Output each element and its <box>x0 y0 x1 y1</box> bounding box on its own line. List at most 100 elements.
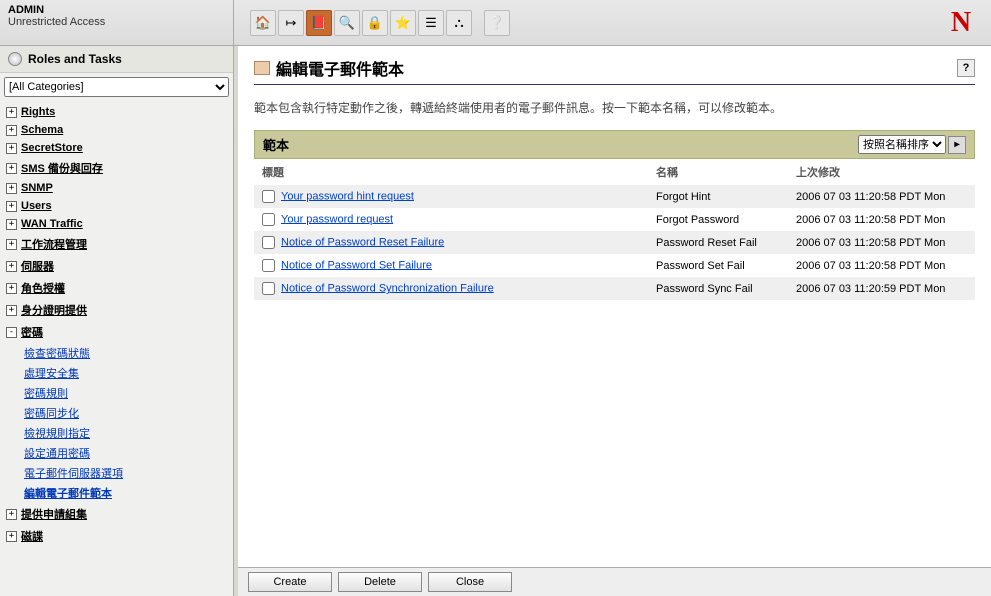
row-checkbox[interactable] <box>262 236 275 249</box>
book-icon[interactable]: 📕 <box>306 10 332 36</box>
template-modified: 2006 07 03 11:20:58 PDT Mon <box>788 254 975 277</box>
sidebar-item[interactable]: + SMS 備份與回存 <box>0 157 233 179</box>
sidebar-item[interactable]: + SecretStore <box>0 139 233 157</box>
sidebar-sub-item[interactable]: 密碼規則 <box>24 383 233 403</box>
sidebar-sub-item[interactable]: 設定通用密碼 <box>24 443 233 463</box>
sidebar-item[interactable]: +磁諜 <box>0 525 233 547</box>
home-icon[interactable]: 🏠 <box>250 10 276 36</box>
expand-icon[interactable]: + <box>6 163 17 174</box>
expand-icon[interactable]: + <box>6 305 17 316</box>
top-bar: ADMIN Unrestricted Access 🏠 ↦ 📕 🔍 🔒 ⭐ ☰ … <box>0 0 991 46</box>
category-select[interactable]: [All Categories] <box>4 77 229 97</box>
expand-icon[interactable]: + <box>6 283 17 294</box>
table-row: Notice of Password Reset FailurePassword… <box>254 231 975 254</box>
expand-icon[interactable]: + <box>6 125 17 136</box>
sidebar-item-label: SMS 備份與回存 <box>21 160 103 176</box>
create-button[interactable]: Create <box>248 572 332 592</box>
section-label: 範本 <box>263 135 289 154</box>
sort-select[interactable]: 按照名稱排序 <box>858 135 946 154</box>
template-modified: 2006 07 03 11:20:58 PDT Mon <box>788 208 975 231</box>
template-icon <box>254 61 270 75</box>
sidebar-item[interactable]: + 伺服器 <box>0 255 233 277</box>
sidebar-item[interactable]: + 提供申請組集 <box>0 503 233 525</box>
template-link[interactable]: Notice of Password Set Failure <box>281 259 432 271</box>
org-icon[interactable]: ⛬ <box>446 10 472 36</box>
sidebar-item-label: 提供申請組集 <box>21 506 87 522</box>
sidebar-item-label: SecretStore <box>21 142 83 154</box>
template-link[interactable]: Your password request <box>281 213 393 225</box>
table-row: Notice of Password Set Failure Password S… <box>254 254 975 277</box>
row-checkbox[interactable] <box>262 282 275 295</box>
template-modified: 2006 07 03 11:20:59 PDT Mon <box>788 277 975 300</box>
collapse-icon[interactable]: - <box>6 327 17 338</box>
sidebar-sub-item[interactable]: 檢查密碼狀態 <box>24 343 233 363</box>
expand-icon[interactable]: + <box>6 201 17 212</box>
sidebar-item-label: Users <box>21 200 52 212</box>
list-icon[interactable]: ☰ <box>418 10 444 36</box>
sidebar-sub-item[interactable]: 檢視規則指定 <box>24 423 233 443</box>
sidebar-item[interactable]: + Users <box>0 197 233 215</box>
sidebar-item-label: 伺服器 <box>21 258 54 274</box>
sidebar: Roles and Tasks [All Categories] +Rights… <box>0 46 234 596</box>
expand-icon[interactable]: + <box>6 107 17 118</box>
sidebar-item[interactable]: + WAN Traffic <box>0 215 233 233</box>
top-toolbar: 🏠 ↦ 📕 🔍 🔒 ⭐ ☰ ⛬ ❔ <box>234 0 931 45</box>
button-bar: Create Delete Close <box>238 567 991 596</box>
sidebar-item[interactable]: + Schema <box>0 121 233 139</box>
table-row: Notice of Password Synchronization Failu… <box>254 277 975 300</box>
page-description: 範本包含執行特定動作之後，轉遞給終端使用者的電子郵件訊息。按一下範本名稱，可以修… <box>254 99 975 116</box>
expand-icon[interactable]: + <box>6 509 17 520</box>
sidebar-sub-item[interactable]: 處理安全集 <box>24 363 233 383</box>
admin-title: ADMIN <box>8 4 225 16</box>
template-name: Password Sync Fail <box>648 277 788 300</box>
expand-icon[interactable]: + <box>6 531 17 542</box>
close-button[interactable]: Close <box>428 572 512 592</box>
sidebar-sub-item[interactable]: 編輯電子郵件範本 <box>24 483 233 503</box>
template-name: Forgot Password <box>648 208 788 231</box>
section-bar: 範本 按照名稱排序 ▸ <box>254 130 975 159</box>
sort-go-button[interactable]: ▸ <box>948 136 966 154</box>
row-checkbox[interactable] <box>262 259 275 272</box>
sidebar-subtree: 檢查密碼狀態處理安全集密碼規則密碼同步化檢視規則指定設定通用密碼電子郵件伺服器選… <box>0 343 233 503</box>
search-icon[interactable]: 🔍 <box>334 10 360 36</box>
delete-button[interactable]: Delete <box>338 572 422 592</box>
col-name: 名稱 <box>648 159 788 185</box>
template-name: Password Set Fail <box>648 254 788 277</box>
table-row: Your password request Forgot Password2006… <box>254 208 975 231</box>
sidebar-item-label: 身分證明提供 <box>21 302 87 318</box>
expand-icon[interactable]: + <box>6 143 17 154</box>
lock-icon[interactable]: 🔒 <box>362 10 388 36</box>
template-link[interactable]: Notice of Password Reset Failure <box>281 236 444 248</box>
sidebar-item-label: 密碼 <box>21 324 43 340</box>
template-link[interactable]: Your password hint request <box>281 190 414 202</box>
sidebar-item-label: 工作流程管理 <box>21 236 87 252</box>
page-help-button[interactable]: ? <box>957 59 975 77</box>
sidebar-item-label: Schema <box>21 124 63 136</box>
sidebar-item[interactable]: +角色授權 <box>0 277 233 299</box>
sidebar-item[interactable]: +Rights <box>0 103 233 121</box>
help-icon[interactable]: ❔ <box>484 10 510 36</box>
admin-subtitle: Unrestricted Access <box>8 16 225 28</box>
sidebar-sub-item[interactable]: 電子郵件伺服器選項 <box>24 463 233 483</box>
template-link[interactable]: Notice of Password Synchronization Failu… <box>281 282 494 294</box>
expand-icon[interactable]: + <box>6 239 17 250</box>
star-icon[interactable]: ⭐ <box>390 10 416 36</box>
row-checkbox[interactable] <box>262 190 275 203</box>
expand-icon[interactable]: + <box>6 219 17 230</box>
expand-icon[interactable]: + <box>6 261 17 272</box>
sidebar-item-label: WAN Traffic <box>21 218 83 230</box>
exit-icon[interactable]: ↦ <box>278 10 304 36</box>
sidebar-item[interactable]: + SNMP <box>0 179 233 197</box>
sidebar-sub-item[interactable]: 密碼同步化 <box>24 403 233 423</box>
table-row: Your password hint requestForgot Hint200… <box>254 185 975 208</box>
content-area: 編輯電子郵件範本 ? 範本包含執行特定動作之後，轉遞給終端使用者的電子郵件訊息。… <box>234 46 991 596</box>
sidebar-item-label: SNMP <box>21 182 53 194</box>
expand-icon[interactable]: + <box>6 183 17 194</box>
templates-table: 標題 名稱 上次修改 Your password hint requestFor… <box>254 159 975 300</box>
sidebar-item[interactable]: + 身分證明提供 <box>0 299 233 321</box>
row-checkbox[interactable] <box>262 213 275 226</box>
sidebar-item[interactable]: -密碼 <box>0 321 233 343</box>
sidebar-item[interactable]: + 工作流程管理 <box>0 233 233 255</box>
page-title-text: 編輯電子郵件範本 <box>276 56 404 80</box>
sidebar-heading-label: Roles and Tasks <box>28 52 122 66</box>
